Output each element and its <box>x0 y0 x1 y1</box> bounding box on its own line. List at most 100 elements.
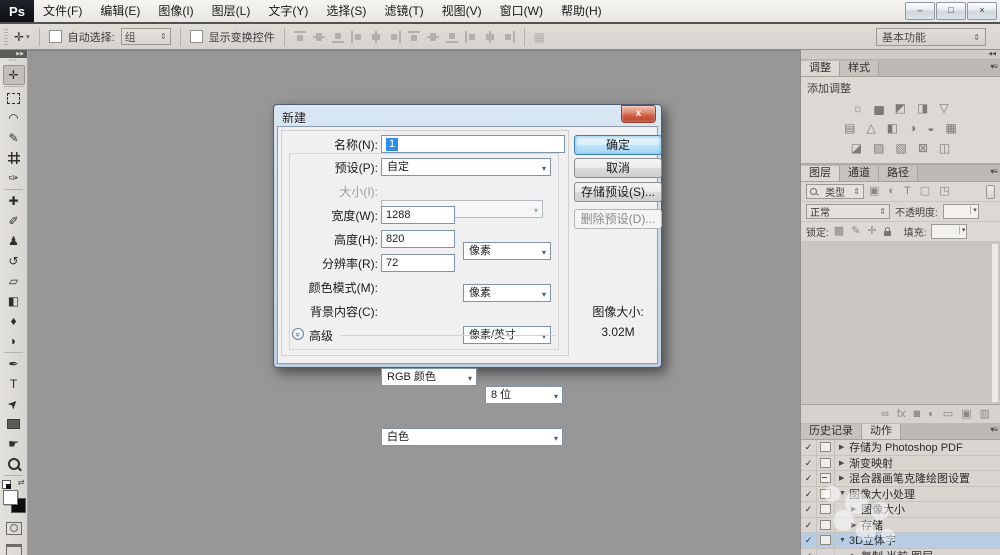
filter-kind-dropdown[interactable]: 类型 ⇕ <box>806 184 864 199</box>
menu-item-3[interactable]: 图层(L) <box>203 0 260 22</box>
menu-item-0[interactable]: 文件(F) <box>34 0 91 22</box>
toolbar-collapse-strip[interactable]: ▶▶ <box>0 50 27 58</box>
new-layer-icon[interactable]: ▣ <box>961 408 971 420</box>
close-button[interactable]: × <box>967 2 997 20</box>
action-include-check[interactable]: ✓ <box>801 455 817 470</box>
layer-effects-icon[interactable]: fx <box>897 408 906 420</box>
type-tool[interactable]: T <box>3 374 25 394</box>
menu-item-1[interactable]: 编辑(E) <box>91 0 149 22</box>
toolbar-grip[interactable]: ┉┉ <box>0 58 27 65</box>
save-preset-button[interactable]: 存储预设(S)... <box>574 182 662 202</box>
quick-mask-button[interactable] <box>5 522 22 535</box>
height-unit-dropdown[interactable]: 像素 <box>463 284 551 303</box>
filter-pixel-layers-icon[interactable]: ▣ <box>869 186 879 197</box>
action-include-check[interactable]: ✓ <box>801 502 817 517</box>
filter-toggle-switch[interactable] <box>986 184 995 199</box>
width-unit-dropdown[interactable]: 像素 <box>463 242 551 261</box>
menu-item-6[interactable]: 滤镜(T) <box>375 0 432 22</box>
shape-tool[interactable] <box>3 414 25 434</box>
hand-tool[interactable]: ☛ <box>3 434 25 454</box>
action-include-check[interactable]: ✓ <box>801 471 817 486</box>
action-row[interactable]: ✓ ▶ 渐变映射 <box>801 455 1000 471</box>
layer-mask-icon[interactable]: ◙ <box>913 408 920 420</box>
dialog-title-bar[interactable]: 新建 x <box>277 105 658 126</box>
action-row[interactable]: ✓ ▶ 混合器画笔克隆绘图设置 <box>801 471 1000 487</box>
menu-item-9[interactable]: 帮助(H) <box>552 0 611 22</box>
layers-tab-0[interactable]: 图层 <box>801 166 840 181</box>
move-tool-options-icon[interactable]: ✛ ▾ <box>14 30 30 44</box>
maximize-button[interactable]: □ <box>936 2 966 20</box>
action-include-check[interactable]: ✓ <box>801 533 817 548</box>
workspace-switcher[interactable]: 基本功能 ⇕ <box>876 28 986 46</box>
menu-item-7[interactable]: 视图(V) <box>433 0 491 22</box>
spot-healing-brush-tool[interactable]: ✚ <box>3 191 25 211</box>
auto-select-dropdown[interactable]: 组 ⇕ <box>120 28 171 45</box>
action-row[interactable]: ✓ ▼ 3D立体字 <box>801 533 1000 549</box>
adjustments-tab-0[interactable]: 调整 <box>801 61 840 76</box>
collapse-arrow-icon[interactable]: ▼ <box>839 537 849 544</box>
menu-item-5[interactable]: 选择(S) <box>317 0 375 22</box>
dodge-tool[interactable]: ◗ <box>3 331 25 351</box>
layers-tab-1[interactable]: 通道 <box>840 166 879 181</box>
action-dialog-toggle[interactable] <box>817 533 835 548</box>
eraser-tool[interactable]: ▱ <box>3 271 25 291</box>
filter-type-layers-icon[interactable]: T <box>904 186 911 197</box>
expand-arrow-icon[interactable]: ▶ <box>839 474 849 482</box>
action-row[interactable]: ✓▶图像大小 <box>801 502 1000 518</box>
crop-tool[interactable] <box>3 148 25 168</box>
delete-layer-icon[interactable]: ▥ <box>980 408 990 420</box>
actions-tab-0[interactable]: 历史记录 <box>801 424 862 439</box>
ok-button[interactable]: 确定 <box>574 135 662 155</box>
filter-smart-objects-icon[interactable]: ◳ <box>939 186 949 197</box>
advanced-label[interactable]: 高级 <box>309 329 333 343</box>
history-brush-tool[interactable]: ↺ <box>3 251 25 271</box>
width-input[interactable]: 1288 <box>381 206 455 224</box>
action-dialog-toggle[interactable] <box>817 440 835 455</box>
layer-group-icon[interactable]: ▭ <box>943 408 953 420</box>
clone-stamp-tool[interactable]: ♟ <box>3 231 25 251</box>
minimize-button[interactable]: – <box>905 2 935 20</box>
zoom-tool[interactable] <box>3 454 25 474</box>
resolution-input[interactable]: 72 <box>381 254 455 272</box>
menu-item-4[interactable]: 文字(Y) <box>259 0 317 22</box>
cancel-button[interactable]: 取消 <box>574 158 662 178</box>
menu-item-8[interactable]: 窗口(W) <box>491 0 552 22</box>
blend-mode-dropdown[interactable]: 正常 ⇕ <box>806 204 890 219</box>
action-dialog-toggle[interactable] <box>817 471 835 486</box>
screen-mode-button[interactable] <box>5 544 22 555</box>
action-dialog-toggle[interactable] <box>817 455 835 470</box>
gradient-tool[interactable]: ◧ <box>3 291 25 311</box>
color-mode-dropdown[interactable]: RGB 颜色 <box>381 368 477 387</box>
default-colors-icon[interactable] <box>1 480 11 489</box>
expand-arrow-icon[interactable]: ▶ <box>839 459 849 467</box>
auto-select-checkbox[interactable] <box>48 30 62 43</box>
swap-colors-icon[interactable]: ⇄ <box>18 478 25 487</box>
action-row[interactable]: ✓▶复制 当前 图层 <box>801 548 1000 555</box>
adjustment-layer-icon[interactable]: ◐ <box>928 408 935 420</box>
action-row[interactable]: ✓▶存储 <box>801 517 1000 533</box>
action-include-check[interactable]: ✓ <box>801 517 817 532</box>
link-layers-icon[interactable]: ∞ <box>881 408 889 420</box>
action-include-check[interactable]: ✓ <box>801 548 817 555</box>
color-swatches[interactable]: ⇄ <box>1 478 26 514</box>
action-row[interactable]: ✓ ▶ 存储为 Photoshop PDF <box>801 440 1000 456</box>
adjustments-tab-1[interactable]: 样式 <box>840 61 879 76</box>
collapse-panels-button[interactable]: ◀◀ <box>801 50 1000 60</box>
rectangular-marquee-tool[interactable] <box>3 88 25 108</box>
bit-depth-dropdown[interactable]: 8 位 <box>485 386 563 405</box>
panel-menu-icon[interactable]: ▾≡ <box>990 62 998 71</box>
panel-menu-icon[interactable]: ▾≡ <box>990 425 998 434</box>
filter-adjustment-layers-icon[interactable]: ◐ <box>888 186 895 197</box>
menu-item-2[interactable]: 图像(I) <box>149 0 202 22</box>
expand-arrow-icon[interactable]: ▶ <box>839 443 849 451</box>
action-dialog-toggle[interactable] <box>817 502 835 517</box>
eyedropper-tool[interactable]: ✑ <box>3 168 25 188</box>
action-include-check[interactable]: ✓ <box>801 486 817 501</box>
foreground-color-swatch[interactable] <box>2 490 18 505</box>
brush-tool[interactable]: ✐ <box>3 211 25 231</box>
height-input[interactable]: 820 <box>381 230 455 248</box>
filter-shape-layers-icon[interactable]: ▢ <box>920 186 930 197</box>
path-selection-tool[interactable]: ➤ <box>3 394 25 414</box>
background-dropdown[interactable]: 白色 <box>381 428 563 447</box>
pen-tool[interactable]: ✒ <box>3 354 25 374</box>
